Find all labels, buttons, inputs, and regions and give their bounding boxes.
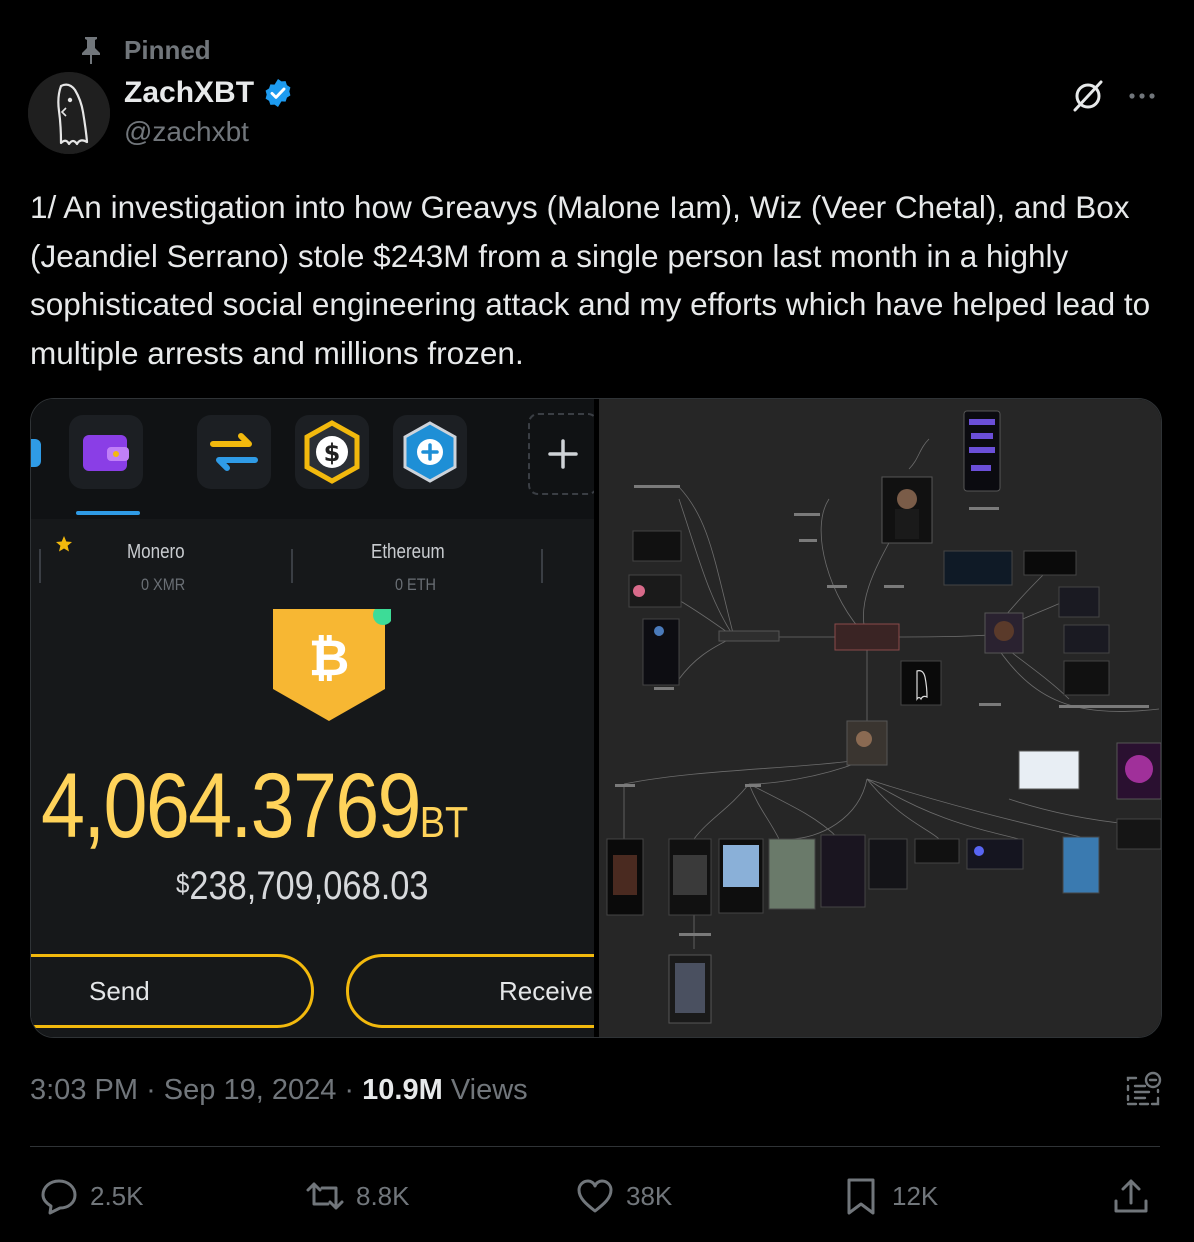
meta-separator: · (146, 1074, 156, 1106)
dollar-coin-icon: $ (295, 415, 369, 489)
tab-separator (541, 549, 543, 583)
wallet-toolbar: $ (31, 399, 594, 519)
active-tab-indicator (76, 511, 140, 515)
wallet-usd: $238,709,068.03 (176, 864, 429, 909)
wallet-tab-monero-balance: 0 XMR (141, 575, 186, 594)
analytics-icon[interactable] (1124, 1070, 1162, 1108)
grok-icon[interactable] (1070, 78, 1106, 114)
footer-divider (30, 1146, 1160, 1147)
plus-icon (548, 439, 578, 469)
add-wallet-slot (528, 413, 594, 495)
like-count: 38K (626, 1180, 673, 1211)
send-button: Send (31, 954, 314, 1028)
wallet-balance-value: 4,064.3769 (41, 755, 422, 857)
meta-separator: · (344, 1074, 355, 1106)
tweet-media[interactable]: $ Monero 0 XMR Ethereum 0 ETH ₿ 4,064.37… (30, 398, 1162, 1038)
verified-badge-icon (265, 79, 291, 107)
repost-icon (306, 1182, 344, 1210)
tweet-time[interactable]: 3:03 PM (30, 1074, 138, 1106)
wallet-screenshot[interactable]: $ Monero 0 XMR Ethereum 0 ETH ₿ 4,064.37… (31, 399, 594, 1037)
tab-separator (39, 549, 41, 583)
reply-button[interactable]: 2.5K (38, 1172, 144, 1220)
investigation-graph-image[interactable] (599, 399, 1161, 1037)
reply-count: 2.5K (90, 1180, 144, 1211)
share-icon (1114, 1179, 1148, 1213)
svg-text:$: $ (324, 439, 341, 467)
prev-icon-edge (31, 439, 41, 467)
bitcoin-icon: ₿ (273, 609, 391, 721)
svg-text:₿: ₿ (309, 629, 350, 687)
tweet-text: 1/ An investigation into how Greavys (Ma… (30, 189, 1159, 371)
wallet-tab-ethereum: Ethereum (371, 541, 445, 563)
wallet-tab-monero: Monero (127, 541, 185, 563)
wallet-balance-unit: BT (419, 798, 469, 847)
pinned-label: Pinned (124, 34, 211, 65)
author-name-row[interactable]: ZachXBT (124, 76, 294, 110)
bookmark-icon (847, 1178, 875, 1215)
ghost-avatar-icon (28, 72, 110, 154)
swap-icon (197, 415, 271, 489)
wallet-balance: 4,064.3769BT (41, 754, 468, 859)
views-label: Views (450, 1074, 528, 1106)
like-button[interactable]: 38K (574, 1172, 672, 1220)
reply-icon (41, 1179, 77, 1215)
tweet-date[interactable]: Sep 19, 2024 (164, 1074, 337, 1106)
more-options-icon[interactable] (1124, 78, 1160, 114)
share-button[interactable] (1110, 1172, 1152, 1220)
bookmark-count: 12K (892, 1180, 939, 1211)
author-name[interactable]: ZachXBT (124, 76, 254, 110)
usd-symbol: $ (176, 868, 190, 899)
repost-button[interactable]: 8.8K (304, 1172, 410, 1220)
author-handle[interactable]: @zachxbt (124, 116, 249, 148)
repost-count: 8.8K (356, 1180, 410, 1211)
investigation-graph (606, 410, 1161, 1024)
wallet-usd-value: 238,709,068.03 (189, 864, 429, 908)
pinned-indicator: Pinned (78, 32, 211, 68)
tweet-meta: 3:03 PM · Sep 19, 2024 · 10.9M Views (30, 1074, 528, 1107)
tab-separator (291, 549, 293, 583)
bookmark-button[interactable]: 12K (840, 1172, 938, 1220)
views-count: 10.9M (362, 1074, 443, 1106)
wallet-tab-ethereum-balance: 0 ETH (395, 575, 436, 594)
avatar[interactable] (28, 72, 110, 154)
heart-icon (577, 1179, 613, 1213)
receive-button: Receive (346, 954, 594, 1028)
star-icon (56, 536, 72, 552)
wallet-icon (69, 415, 143, 489)
pin-icon (82, 37, 100, 64)
add-token-icon (393, 415, 467, 489)
